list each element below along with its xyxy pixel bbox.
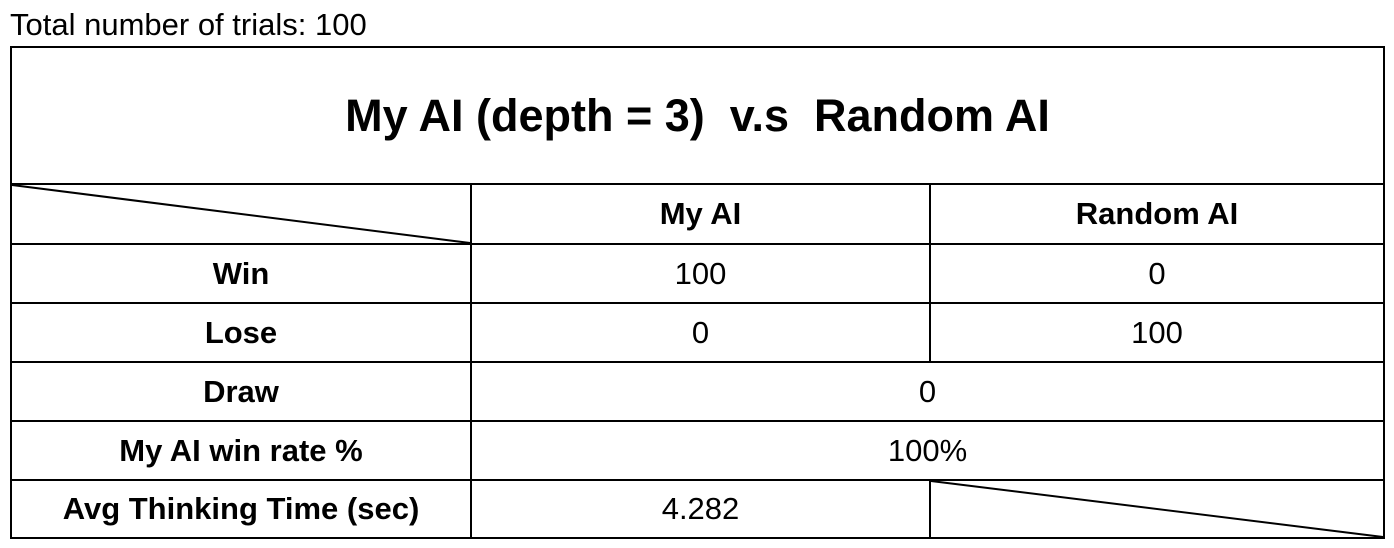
empty-cell-diagonal-line <box>930 480 1384 538</box>
results-table: My AI (depth = 3) v.s Random AI My AI Ra… <box>10 46 1385 539</box>
header-my-ai: My AI <box>470 185 929 243</box>
lose-my-ai: 0 <box>470 302 929 361</box>
lose-random-ai: 100 <box>929 302 1383 361</box>
win-random-ai: 0 <box>929 243 1383 302</box>
row-label-win-rate: My AI win rate % <box>12 420 470 479</box>
thinking-time-my-ai: 4.282 <box>470 479 929 537</box>
row-label-win: Win <box>12 243 470 302</box>
row-label-thinking-time: Avg Thinking Time (sec) <box>12 479 470 537</box>
win-my-ai: 100 <box>470 243 929 302</box>
thinking-time-random-ai-empty <box>929 479 1384 538</box>
header-random-ai: Random AI <box>929 185 1383 243</box>
win-rate-value: 100% <box>470 420 1383 479</box>
trials-caption: Total number of trials: 100 <box>10 7 367 42</box>
corner-diagonal-line <box>11 184 471 244</box>
table-title: My AI (depth = 3) v.s Random AI <box>12 48 1383 185</box>
row-label-draw: Draw <box>12 361 470 420</box>
row-label-lose: Lose <box>12 302 470 361</box>
draw-value: 0 <box>470 361 1383 420</box>
corner-diagonal-cell <box>11 184 471 244</box>
